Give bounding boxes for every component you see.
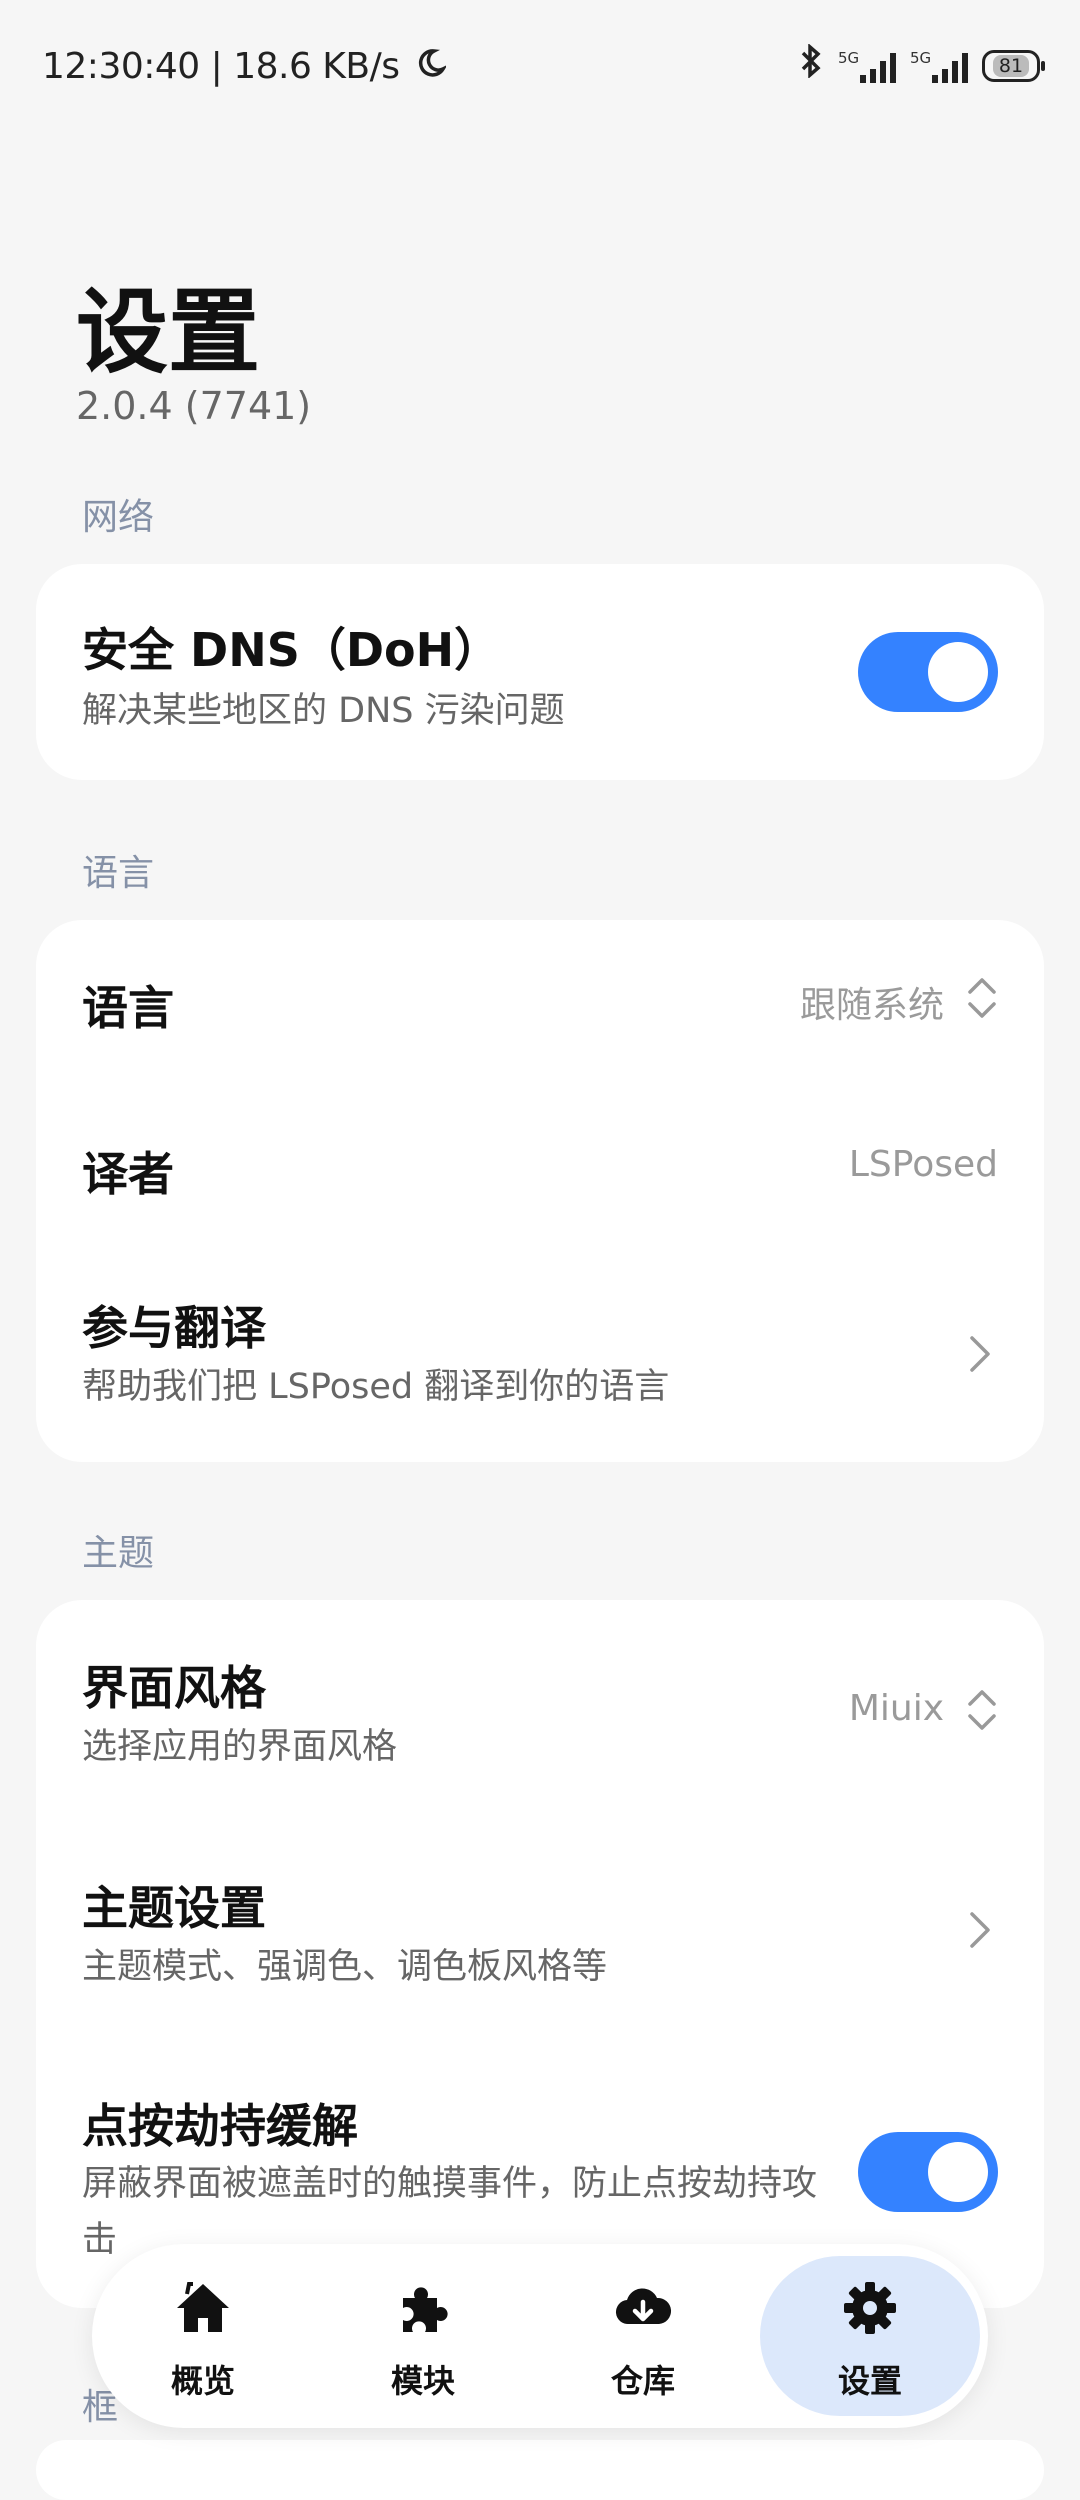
tapjack-toggle[interactable]: [858, 2132, 998, 2212]
tapjack-title: 点按劫持缓解: [82, 2099, 358, 2153]
page-title: 设置: [76, 279, 261, 386]
nav-overview[interactable]: 概览: [98, 2244, 308, 2428]
nav-settings[interactable]: 设置: [760, 2256, 980, 2416]
signal-type-label: 5G: [838, 48, 860, 67]
signal-icon: 5G: [838, 49, 896, 83]
app-version: 2.0.4 (7741): [76, 384, 312, 428]
next-card-partial: [36, 2440, 1044, 2500]
contribute-translation-row[interactable]: 参与翻译 帮助我们把 LSPosed 翻译到你的语言: [36, 1240, 1044, 1462]
section-label-theme: 主题: [82, 1533, 155, 1574]
nav-repository[interactable]: 仓库: [538, 2244, 748, 2428]
contribute-subtitle: 帮助我们把 LSPosed 翻译到你的语言: [82, 1367, 670, 1407]
puzzle-icon: [403, 2287, 448, 2332]
theme-settings-subtitle: 主题模式、强调色、调色板风格等: [82, 1947, 608, 1987]
section-label-network: 网络: [82, 497, 155, 538]
chevron-right-icon: [970, 1336, 990, 1372]
translator-value: LSPosed: [848, 1144, 998, 1185]
language-row[interactable]: 语言 跟随系统: [36, 920, 1044, 1080]
nav-modules[interactable]: 模块: [318, 2244, 528, 2428]
doh-toggle[interactable]: [858, 632, 998, 712]
translator-row[interactable]: 译者 LSPosed: [36, 1080, 1044, 1240]
status-left: 12:30:40 | 18.6 KB/s: [42, 46, 448, 87]
nav-label: 模块: [390, 2362, 455, 2400]
ui-style-value: Miuix: [848, 1688, 944, 1729]
bottom-navigation: 概览 模块 仓库 设置: [92, 2244, 988, 2428]
moon-icon: [416, 46, 448, 87]
chevron-right-icon: [970, 1912, 990, 1948]
doh-row[interactable]: 安全 DNS（DoH） 解决某些地区的 DNS 污染问题: [36, 564, 1044, 780]
ui-style-title: 界面风格: [82, 1661, 266, 1715]
doh-subtitle: 解决某些地区的 DNS 污染问题: [82, 691, 565, 731]
status-time: 12:30:40 | 18.6 KB/s: [42, 46, 400, 87]
gear-icon: [844, 2282, 896, 2334]
language-title: 语言: [82, 981, 174, 1035]
theme-settings-title: 主题设置: [82, 1881, 266, 1935]
nav-label: 仓库: [610, 2362, 675, 2400]
signal-type-label-2: 5G: [910, 48, 932, 67]
section-label-language: 语言: [82, 853, 155, 894]
cloud-download-icon: [615, 2288, 672, 2325]
bluetooth-icon: [798, 43, 824, 87]
nav-label: 设置: [837, 2362, 902, 2400]
language-card: 语言 跟随系统 译者 LSPosed 参与翻译 帮助我们把 LSPosed 翻译…: [36, 920, 1044, 1462]
home-icon: [177, 2282, 229, 2332]
ui-style-row[interactable]: 界面风格 选择应用的界面风格 Miuix: [36, 1600, 1044, 1820]
doh-title: 安全 DNS（DoH）: [82, 623, 501, 677]
updown-chevron-icon: [968, 1690, 996, 1730]
signal-icon-2: 5G: [910, 49, 968, 83]
updown-chevron-icon: [968, 978, 996, 1018]
battery-level: 81: [992, 54, 1030, 77]
theme-settings-row[interactable]: 主题设置 主题模式、强调色、调色板风格等: [36, 1820, 1044, 2040]
nav-label: 概览: [170, 2362, 235, 2400]
battery-icon: 81: [982, 49, 1045, 82]
language-value: 跟随系统: [799, 985, 944, 1026]
status-bar: 12:30:40 | 18.6 KB/s 5G 5G 81: [0, 0, 1080, 140]
ui-style-subtitle: 选择应用的界面风格: [82, 1727, 398, 1767]
status-right: 5G 5G 81: [798, 43, 1045, 87]
network-card: 安全 DNS（DoH） 解决某些地区的 DNS 污染问题: [36, 564, 1044, 780]
contribute-title: 参与翻译: [82, 1301, 266, 1355]
theme-card: 界面风格 选择应用的界面风格 Miuix 主题设置 主题模式、强调色、调色板风格…: [36, 1600, 1044, 2308]
translator-title: 译者: [82, 1147, 174, 1201]
